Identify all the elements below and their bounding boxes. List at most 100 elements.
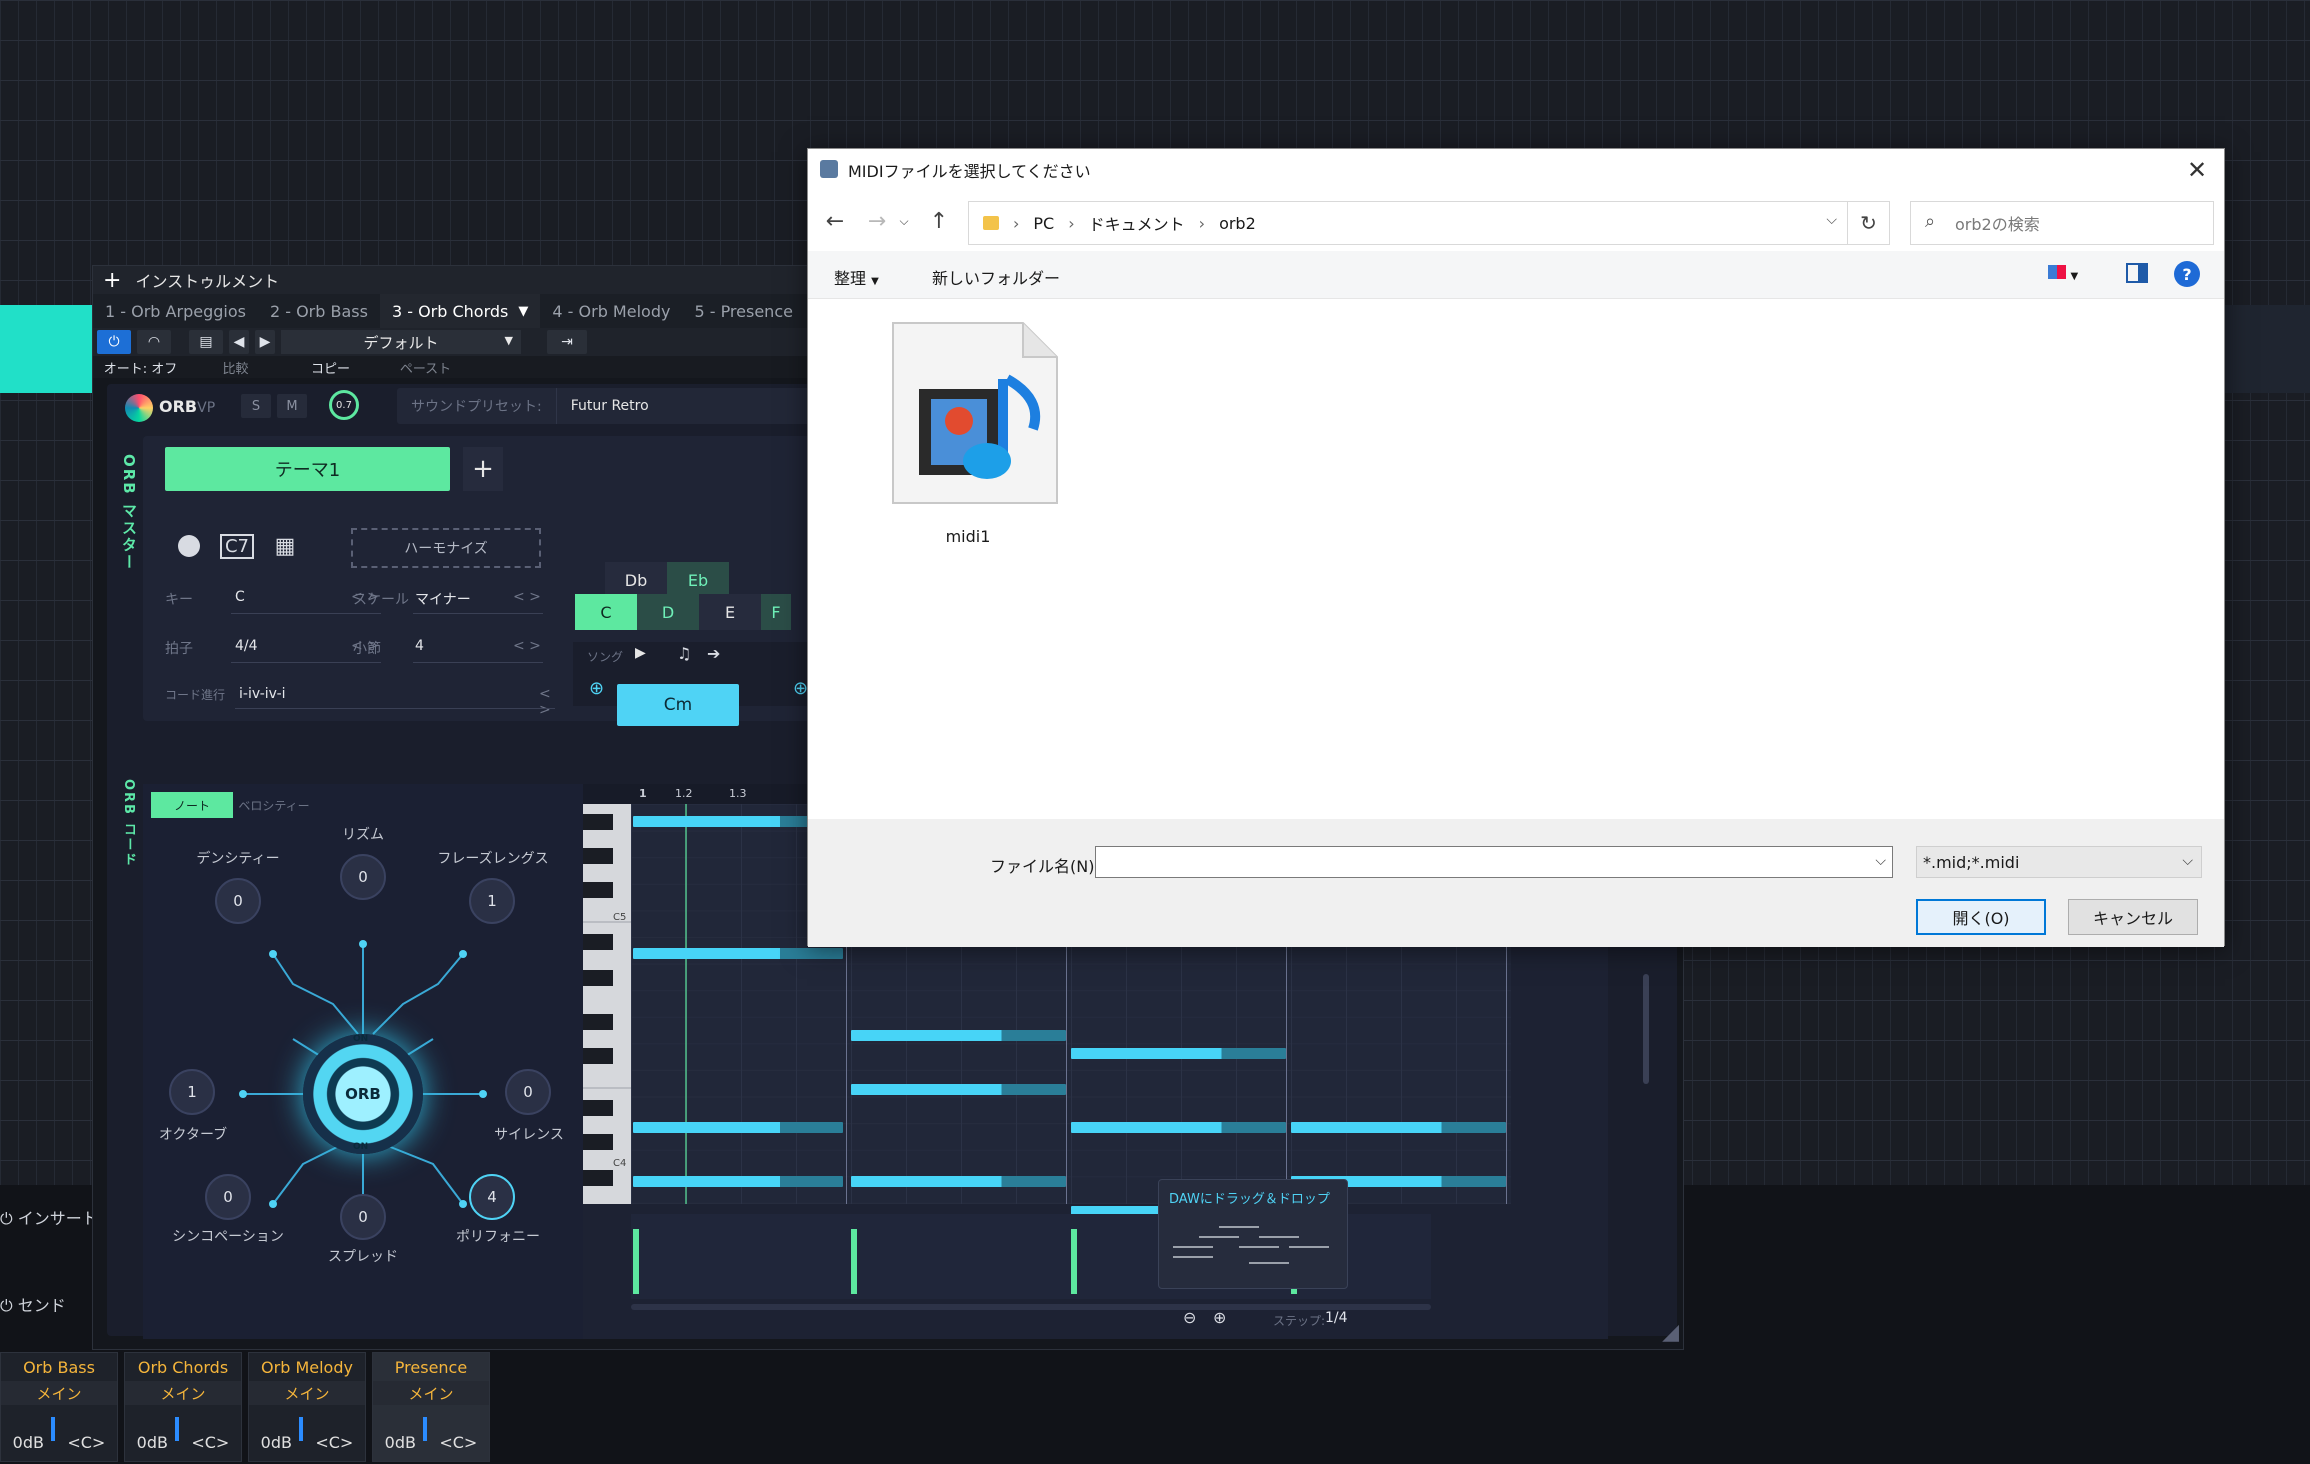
theme-button[interactable]: テーマ1 (165, 447, 450, 491)
horizontal-scrollbar[interactable] (631, 1304, 1431, 1310)
key-eb[interactable]: Eb (667, 562, 729, 598)
mute-button[interactable]: M (277, 394, 307, 418)
breadcrumb-orb2[interactable]: orb2 (1219, 214, 1256, 233)
channel-pan[interactable]: <C> (315, 1433, 353, 1452)
syncopation-knob[interactable]: 0 (205, 1174, 251, 1220)
channel-output[interactable]: メイン (1, 1381, 117, 1405)
filetype-select[interactable]: *.mid;*.midi ⌵ (1916, 846, 2202, 878)
resize-grip-icon[interactable]: ◢ (1662, 1320, 1679, 1345)
compare-button[interactable]: 比較 (188, 358, 283, 377)
chevron-down-icon[interactable]: ⌵ (1875, 853, 1886, 869)
midi-note[interactable] (851, 1030, 1066, 1041)
back-button[interactable]: ← (816, 202, 854, 240)
midi-note[interactable] (633, 1176, 843, 1187)
piano-keys[interactable]: C5 C4 (583, 804, 631, 1204)
silence-knob[interactable]: 0 (505, 1069, 551, 1115)
volume-knob[interactable]: 0.7 (329, 390, 359, 420)
arrow-circle-icon[interactable]: ➔ (707, 644, 720, 663)
search-input[interactable]: ⌕ orb2の検索 (1910, 201, 2214, 245)
daw-clip-right[interactable] (2220, 305, 2310, 393)
channel-pan[interactable]: <C> (67, 1433, 105, 1452)
forward-button[interactable]: → (858, 202, 896, 240)
key-db[interactable]: Db (605, 562, 667, 598)
breadcrumb-pc[interactable]: PC (1033, 214, 1054, 233)
fader-indicator[interactable] (51, 1417, 55, 1441)
phrase-length-knob[interactable]: 1 (469, 878, 515, 924)
channel-pan[interactable]: <C> (439, 1433, 477, 1452)
monitor-button[interactable]: ◠ (137, 330, 171, 354)
fader-indicator[interactable] (299, 1417, 303, 1441)
add-chord-right-icon[interactable]: ⊕ (793, 678, 808, 699)
file-item-midi1[interactable]: midi1 (868, 319, 1068, 589)
velocity-bar[interactable] (633, 1229, 639, 1294)
channel-output[interactable]: メイン (373, 1381, 489, 1405)
octave-knob[interactable]: 1 (169, 1069, 215, 1115)
spread-knob[interactable]: 0 (340, 1194, 386, 1240)
mixer-channel-orb-melody[interactable]: Orb Melody メイン 0dB <C> (248, 1352, 366, 1462)
send-label[interactable]: ⏻ センド (0, 1292, 66, 1316)
piano-icon[interactable]: ♫ (677, 644, 691, 663)
tab-orb-arpeggios[interactable]: 1 - Orb Arpeggios (93, 294, 258, 328)
drag-to-daw-panel[interactable]: DAWにドラッグ＆ドロップ (1158, 1179, 1348, 1289)
auto-off-button[interactable]: オート: オフ (93, 358, 188, 377)
key-field[interactable]: キー C < > (165, 589, 385, 614)
zoom-out-icon[interactable]: ⊖ (1183, 1308, 1196, 1327)
open-button[interactable]: 開く(O) (1916, 899, 2046, 935)
add-theme-button[interactable]: + (463, 447, 503, 491)
preview-pane-button[interactable] (2126, 263, 2148, 283)
add-instrument-icon[interactable]: + (103, 268, 121, 293)
arrows-icon[interactable]: < > (513, 638, 541, 654)
view-options-button[interactable]: ▼ (2048, 265, 2078, 283)
tab-orb-melody[interactable]: 4 - Orb Melody (540, 294, 682, 328)
chevron-down-icon[interactable]: ⌵ (1826, 212, 1837, 228)
sound-preset-select[interactable]: サウンドプリセット: Futur Retro (397, 388, 817, 424)
paste-button[interactable]: ペースト (378, 358, 473, 377)
key-c[interactable]: C (575, 594, 637, 630)
chord-button[interactable]: C7 (219, 530, 255, 562)
arrows-icon[interactable]: < > (539, 686, 565, 718)
rhythm-knob[interactable]: 0 (340, 854, 386, 900)
polyphony-knob[interactable]: 4 (469, 1174, 515, 1220)
midi-note[interactable] (1071, 1048, 1286, 1059)
address-bar[interactable]: › PC › ドキュメント › orb2 ⌵ (968, 201, 1848, 245)
recent-locations-button[interactable]: ⌵ (894, 202, 914, 240)
zoom-in-icon[interactable]: ⊕ (1213, 1308, 1226, 1327)
velocity-bar[interactable] (851, 1229, 857, 1294)
new-folder-button[interactable]: 新しいフォルダー (932, 265, 1060, 289)
channel-output[interactable]: メイン (249, 1381, 365, 1405)
chevron-down-icon[interactable]: ▼ (518, 304, 528, 319)
bars-field[interactable]: 小節 4 < > (353, 638, 573, 663)
daw-clip[interactable] (0, 305, 95, 393)
progression-field[interactable]: コード進行 i-iv-iv-i < > (165, 686, 565, 718)
midi-note[interactable] (1071, 1122, 1286, 1133)
key-e[interactable]: E (699, 594, 761, 630)
organize-button[interactable]: 整理 ▼ (834, 265, 879, 289)
mixer-channel-presence[interactable]: Presence メイン 0dB <C> (372, 1352, 490, 1462)
orb-center-button[interactable]: ORB (303, 1034, 423, 1154)
tab-orb-bass[interactable]: 2 - Orb Bass (258, 294, 380, 328)
key-f[interactable]: F (761, 594, 791, 630)
midi-note[interactable] (851, 1084, 1066, 1095)
table-button[interactable]: ▦ (267, 530, 303, 562)
playhead[interactable] (685, 804, 687, 1204)
solo-button[interactable]: S (241, 394, 271, 418)
arrows-icon[interactable]: < > (513, 589, 541, 605)
prev-preset-button[interactable]: ◀ (229, 330, 249, 354)
refresh-button[interactable]: ↻ (1848, 201, 1890, 245)
midi-note[interactable] (1291, 1122, 1506, 1133)
insert-label[interactable]: ⏻ インサート▼ (0, 1205, 106, 1229)
velocity-bar[interactable] (1071, 1229, 1077, 1294)
fader-indicator[interactable] (423, 1417, 427, 1441)
cancel-button[interactable]: キャンセル (2068, 899, 2198, 935)
fader-indicator[interactable] (175, 1417, 179, 1441)
filename-input[interactable]: ⌵ (1095, 846, 1893, 878)
vertical-scrollbar[interactable] (1643, 974, 1649, 1084)
up-button[interactable]: ↑ (920, 202, 958, 240)
tab-orb-chords[interactable]: 3 - Orb Chords ▼ (379, 294, 541, 328)
harmonize-drop-zone[interactable]: ハーモナイズ (351, 528, 541, 568)
step-value[interactable]: 1/4 (1325, 1310, 1348, 1326)
add-chord-left-icon[interactable]: ⊕ (589, 678, 604, 699)
tab-presence[interactable]: 5 - Presence (682, 294, 805, 328)
power-button[interactable]: ⏻ (97, 330, 131, 354)
help-button[interactable]: ? (2174, 261, 2200, 287)
